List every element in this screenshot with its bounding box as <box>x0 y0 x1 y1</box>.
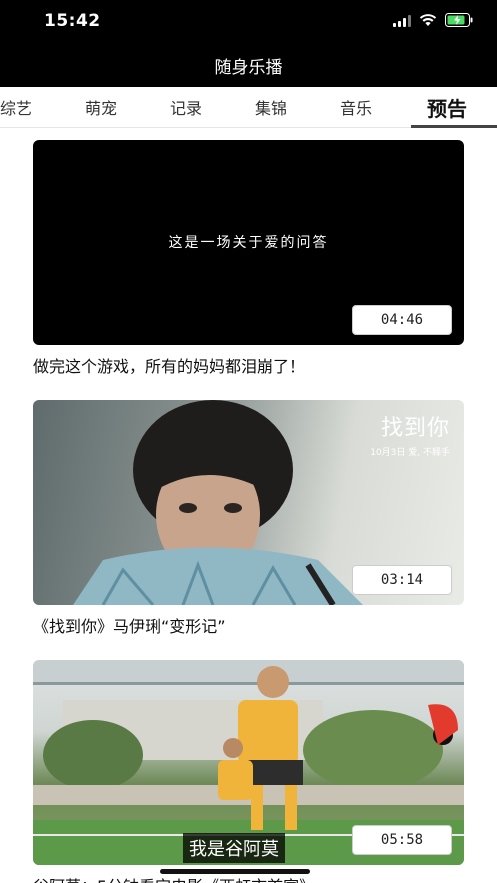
thumbnail-caption: 这是一场关于爱的问答 <box>168 235 329 251</box>
wifi-icon <box>419 13 437 27</box>
video-title[interactable]: 做完这个游戏，所有的妈妈都泪崩了！ <box>33 353 464 381</box>
cellular-signal-icon <box>393 14 411 27</box>
video-subtitle: 我是谷阿莫 <box>183 833 285 863</box>
video-card[interactable]: 找到你 10月3日 爱, 不释手 03:14 《找到你》马伊琍“变形记” <box>33 400 464 641</box>
home-indicator[interactable] <box>160 869 310 874</box>
tab-music[interactable]: 音乐 <box>333 87 379 127</box>
tab-pets[interactable]: 萌宠 <box>78 87 124 127</box>
category-tab-bar: 综艺 萌宠 记录 集锦 音乐 预告 <box>0 87 497 128</box>
video-title[interactable]: 《找到你》马伊琍“变形记” <box>33 613 464 641</box>
video-thumbnail[interactable]: 这是一场关于爱的问答 04:46 <box>33 140 464 345</box>
tab-variety[interactable]: 综艺 <box>0 87 36 127</box>
status-time: 15:42 <box>44 11 101 31</box>
battery-charging-icon <box>445 13 473 27</box>
active-tab-underline <box>411 125 497 128</box>
tab-trailers[interactable]: 预告 <box>415 87 479 127</box>
status-bar: 15:42 <box>0 0 497 44</box>
tab-documentary[interactable]: 记录 <box>163 87 209 127</box>
video-card[interactable]: 我是谷阿莫 05:58 谷阿莫：5分钟看完电影《西虹市首富》 <box>33 660 464 883</box>
status-icons <box>393 13 473 27</box>
duration-badge: 03:14 <box>352 565 452 595</box>
video-title[interactable]: 谷阿莫：5分钟看完电影《西虹市首富》 <box>33 873 464 883</box>
duration-badge: 05:58 <box>352 825 452 855</box>
video-thumbnail[interactable]: 我是谷阿莫 05:58 <box>33 660 464 865</box>
movie-logo-subtitle: 10月3日 爱, 不释手 <box>370 448 450 458</box>
video-thumbnail[interactable]: 找到你 10月3日 爱, 不释手 03:14 <box>33 400 464 605</box>
movie-logo-title: 找到你 <box>380 416 450 441</box>
tab-highlights[interactable]: 集锦 <box>248 87 294 127</box>
movie-logo-overlay: 找到你 10月3日 爱, 不释手 <box>370 410 450 458</box>
video-card[interactable]: 这是一场关于爱的问答 04:46 做完这个游戏，所有的妈妈都泪崩了！ <box>33 140 464 381</box>
nav-title: 随身乐播 <box>214 58 283 78</box>
duration-badge: 04:46 <box>352 305 452 335</box>
nav-bar: 随身乐播 <box>0 44 497 87</box>
